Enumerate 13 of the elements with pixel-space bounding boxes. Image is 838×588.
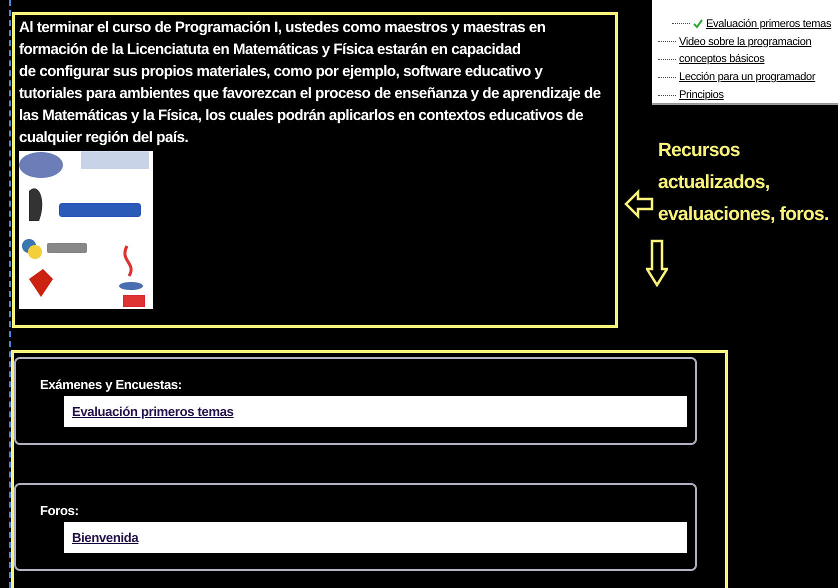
- intro-paragraph: Al terminar el curso de Programación I, ustedes como maestros y maestras en formación de la Licenciatuta en Matemáticas y Física estarán en capacidad de configurar sus propios materiales, como por ejemplo, software educativo y tutoriales para ambientes que favorezcan el proceso de enseñanza y de aprendizaje de las Matemáticas y la Física, los cuales podrán aplicarlos en contextos educativos de cualquier región del país.: [19, 18, 602, 148]
- tree-link[interactable]: Principios: [679, 89, 724, 102]
- resource-link[interactable]: Evaluación primeros temas: [64, 396, 687, 427]
- resource-link[interactable]: Bienvenida: [64, 522, 687, 553]
- tree-link[interactable]: Evaluación primeros temas: [706, 18, 832, 30]
- tree-link[interactable]: Lección para un programador: [679, 71, 816, 84]
- tree-link[interactable]: conceptos básicos: [679, 53, 764, 66]
- section-heading: Foros:: [40, 503, 80, 518]
- section-heading: Exámenes y Encuestas:: [40, 377, 183, 392]
- tree-link[interactable]: Video sobre la programacion: [679, 36, 812, 48]
- annotation-text: Recursos actualizados, evaluaciones, foros.: [658, 139, 829, 227]
- left-arrow-icon: [624, 189, 654, 219]
- down-arrow-icon: [646, 239, 668, 287]
